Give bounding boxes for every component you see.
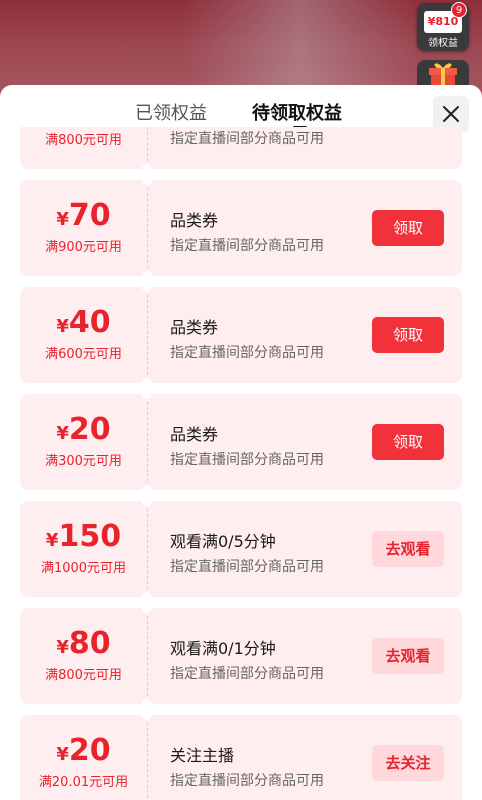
coupon-divider bbox=[147, 295, 148, 375]
currency-symbol: ¥ bbox=[56, 744, 69, 765]
coupon-divider bbox=[147, 509, 148, 589]
coupon-desc: 指定直播间部分商品可用 bbox=[170, 131, 324, 147]
coupon-condition: 满900元可用 bbox=[45, 240, 122, 255]
coupon-amount: ¥80 bbox=[20, 626, 147, 661]
coupon-title: 品类券 bbox=[170, 211, 219, 230]
coupon-card: ¥40 满600元可用 品类券指定直播间部分商品可用 领取 bbox=[20, 282, 462, 388]
tab-pending[interactable]: 待领取权益 bbox=[252, 99, 342, 125]
coupon-divider bbox=[147, 127, 148, 161]
coupon-title: 关注主播 bbox=[170, 746, 235, 765]
coupon-condition: 满1000元可用 bbox=[40, 561, 127, 576]
coupon-amount: ¥40 bbox=[20, 305, 147, 340]
amount-value: 70 bbox=[68, 198, 111, 233]
coupon-title: 观看满0/5分钟 bbox=[170, 532, 276, 551]
coupon-condition: 满300元可用 bbox=[45, 454, 122, 469]
rights-label: 领权益 bbox=[428, 38, 458, 49]
amount-value: 20 bbox=[68, 412, 111, 447]
close-icon bbox=[443, 106, 459, 122]
coupon-action-button[interactable]: 去关注 bbox=[372, 745, 444, 781]
coupon-amount: ¥20 bbox=[20, 733, 147, 768]
coupon-notch bbox=[142, 699, 152, 709]
rights-sheet: 已领权益 待领取权益 满800元可用 指定直播间部分商品可用 ¥70 满900元可… bbox=[0, 85, 482, 800]
coupon-notch bbox=[142, 389, 152, 399]
currency-symbol: ¥ bbox=[56, 423, 69, 444]
coupon-card: ¥20 满300元可用 品类券指定直播间部分商品可用 领取 bbox=[20, 389, 462, 495]
coupon-amount: ¥20 bbox=[20, 412, 147, 447]
coupon-notch bbox=[142, 496, 152, 506]
coupon-condition: 满800元可用 bbox=[45, 133, 122, 148]
coupon-action-button[interactable]: 领取 bbox=[372, 317, 444, 353]
coupon-desc: 指定直播间部分商品可用 bbox=[170, 773, 324, 789]
coupon-notch bbox=[142, 603, 152, 613]
currency-symbol: ¥ bbox=[45, 530, 59, 551]
coupon-desc: 指定直播间部分商品可用 bbox=[170, 559, 324, 575]
coupon-title: 品类券 bbox=[170, 425, 219, 444]
coupon-desc: 指定直播间部分商品可用 bbox=[170, 452, 324, 468]
coupon-title: 观看满0/1分钟 bbox=[170, 639, 276, 658]
amount-value: 80 bbox=[68, 626, 111, 661]
coupon-desc: 指定直播间部分商品可用 bbox=[170, 345, 324, 361]
amount-value: 40 bbox=[68, 305, 111, 340]
coupon-desc: 指定直播间部分商品可用 bbox=[170, 666, 324, 682]
coupon-amount: ¥150 bbox=[20, 519, 147, 554]
coupon-condition: 满20.01元可用 bbox=[38, 775, 129, 790]
coupon-card: ¥20 满20.01元可用 关注主播指定直播间部分商品可用 去关注 bbox=[20, 710, 462, 800]
coupon-notch bbox=[142, 592, 152, 602]
coupon-notch bbox=[142, 710, 152, 720]
coupon-notch bbox=[142, 175, 152, 185]
rights-count-badge: 9 bbox=[451, 2, 467, 18]
coupon-title: 品类券 bbox=[170, 318, 219, 337]
coupon-card: ¥150 满1000元可用 观看满0/5分钟指定直播间部分商品可用 去观看 bbox=[20, 496, 462, 602]
coupon-action-button[interactable]: 领取 bbox=[372, 210, 444, 246]
coupon-condition: 满800元可用 bbox=[45, 668, 122, 683]
coupon-condition: 满600元可用 bbox=[45, 347, 122, 362]
currency-symbol: ¥ bbox=[56, 637, 69, 658]
amount-value: 150 bbox=[58, 519, 122, 554]
currency-symbol: ¥ bbox=[56, 209, 69, 230]
currency-symbol: ¥ bbox=[56, 316, 69, 337]
coupon-card: ¥70 满900元可用 品类券指定直播间部分商品可用 领取 bbox=[20, 175, 462, 281]
coupon-notch bbox=[142, 378, 152, 388]
coupon-card: ¥80 满800元可用 观看满0/1分钟指定直播间部分商品可用 去观看 bbox=[20, 603, 462, 709]
coupon-divider bbox=[147, 402, 148, 482]
tab-claimed[interactable]: 已领权益 bbox=[135, 99, 207, 125]
coupon-divider bbox=[147, 188, 148, 268]
coupon-card-partial: 满800元可用 指定直播间部分商品可用 bbox=[20, 127, 462, 174]
coupon-notch bbox=[142, 164, 152, 174]
coupon-amount: ¥70 bbox=[20, 198, 147, 233]
coupon-notch bbox=[142, 485, 152, 495]
coupon-desc: 指定直播间部分商品可用 bbox=[170, 238, 324, 254]
coupon-divider bbox=[147, 723, 148, 800]
coupon-action-button[interactable]: 去观看 bbox=[372, 638, 444, 674]
rights-entry-badge[interactable]: ¥810 9 领权益 bbox=[417, 2, 469, 51]
coupon-divider bbox=[147, 616, 148, 696]
coupon-notch bbox=[142, 282, 152, 292]
coupon-notch bbox=[142, 271, 152, 281]
coupon-action-button[interactable]: 领取 bbox=[372, 424, 444, 460]
coupon-list[interactable]: 满800元可用 指定直播间部分商品可用 ¥70 满900元可用 品类券 指定直播间部分… bbox=[0, 127, 482, 800]
amount-value: 20 bbox=[68, 733, 111, 768]
coupon-action-button[interactable]: 去观看 bbox=[372, 531, 444, 567]
